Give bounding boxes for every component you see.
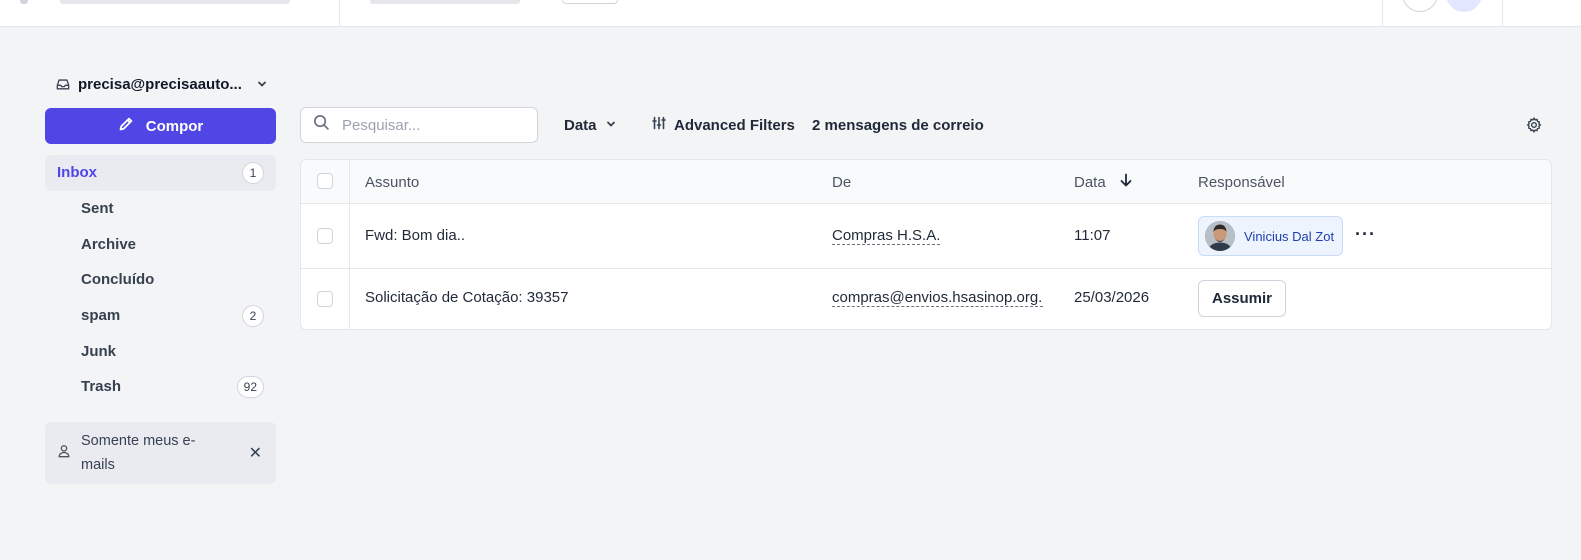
arrow-down-icon [1120,173,1132,191]
assignee-chip[interactable]: Vinicius Dal Zot [1198,216,1344,256]
assume-button[interactable]: Assumir [1198,280,1286,317]
sort-label: Data [564,116,597,134]
more-horizontal-icon[interactable]: ··· [1355,224,1376,245]
column-header-subject[interactable]: Assunto [365,160,419,204]
avatar [1205,221,1235,251]
my-emails-filter: Somente meus e-mails ✕ [45,422,276,484]
column-divider [349,204,350,268]
sidebar-item-spam[interactable]: spam 2 [45,298,276,334]
filter-label: Somente meus e-mails [81,433,196,473]
topbar-ghost [60,0,290,4]
table-row[interactable]: Solicitação de Cotação: 39357 compras@en… [301,269,1551,329]
account-selector[interactable]: precisa@precisaauto... [56,72,268,96]
row-subject[interactable]: Fwd: Bom dia.. [365,227,465,244]
sliders-icon [652,116,666,134]
sidebar-item-archive[interactable]: Archive [45,226,276,262]
topbar-button[interactable] [562,0,618,4]
folder-label: Concluído [81,271,155,289]
unread-badge: 2 [242,304,264,327]
row-subject[interactable]: Solicitação de Cotação: 39357 [365,289,568,306]
chevron-down-icon [605,117,617,134]
assignee-name: Vinicius Dal Zot [1244,228,1335,244]
gear-icon[interactable] [1526,116,1542,134]
close-icon[interactable]: ✕ [249,443,262,463]
sort-dropdown[interactable]: Data [564,112,617,138]
sidebar-item-inbox[interactable]: Inbox 1 [45,155,276,191]
advanced-filters-label: Advanced Filters [674,116,795,134]
advanced-filters-button[interactable]: Advanced Filters [652,112,795,138]
folder-label: Inbox [57,164,97,182]
topbar-icon-button[interactable] [1402,0,1438,12]
row-sender[interactable]: compras@envios.hsasinop.org.br [832,289,1043,307]
column-divider [349,160,350,203]
search-box [300,107,538,143]
column-header-date[interactable]: Data [1074,160,1132,204]
topbar-divider [1502,0,1503,26]
compose-label: Compor [145,117,204,135]
unread-badge: 92 [236,375,264,398]
row-checkbox[interactable] [317,228,333,244]
inbox-icon [56,77,70,91]
date-header-label: Data [1074,173,1106,191]
folder-label: Archive [81,235,137,253]
topbar-divider [339,0,340,26]
row-sender[interactable]: Compras H.S.A. [832,227,941,245]
folder-label: spam [81,307,121,325]
sidebar-item-sent[interactable]: Sent [45,191,276,227]
sidebar-item-junk[interactable]: Junk [45,333,276,369]
top-bar [0,0,1581,27]
folder-list: Inbox 1 Sent Archive Concluído spam 2 Ju… [45,155,276,405]
message-count: 2 mensagens de correio [812,116,984,134]
column-header-from[interactable]: De [832,160,851,204]
row-date: 25/03/2026 [1074,289,1150,306]
user-icon [57,444,71,463]
folder-label: Sent [81,200,114,218]
sidebar-item-trash[interactable]: Trash 92 [45,369,276,405]
sidebar-item-concluido[interactable]: Concluído [45,262,276,298]
select-all-checkbox[interactable] [317,173,333,189]
folder-label: Junk [81,342,117,360]
topbar-ghost [370,0,520,4]
user-avatar[interactable] [1446,0,1482,12]
search-input[interactable] [342,116,512,134]
topbar-divider [1382,0,1383,26]
chevron-down-icon [256,78,268,90]
account-email: precisa@precisaauto... [78,75,242,93]
row-date: 11:07 [1074,227,1111,244]
unread-badge: 1 [242,161,264,184]
topbar-ghost [20,0,28,4]
search-icon [313,114,330,136]
column-header-assignee[interactable]: Responsável [1198,160,1285,204]
message-table: Assunto De Data Responsável Fwd: Bom dia… [300,159,1552,330]
column-divider [349,269,350,329]
table-header: Assunto De Data Responsável [301,160,1551,204]
folder-label: Trash [81,378,122,396]
pencil-icon [118,116,134,136]
table-row[interactable]: Fwd: Bom dia.. Compras H.S.A. 11:07 Vini… [301,204,1551,269]
compose-button[interactable]: Compor [45,108,276,144]
row-checkbox[interactable] [317,291,333,307]
